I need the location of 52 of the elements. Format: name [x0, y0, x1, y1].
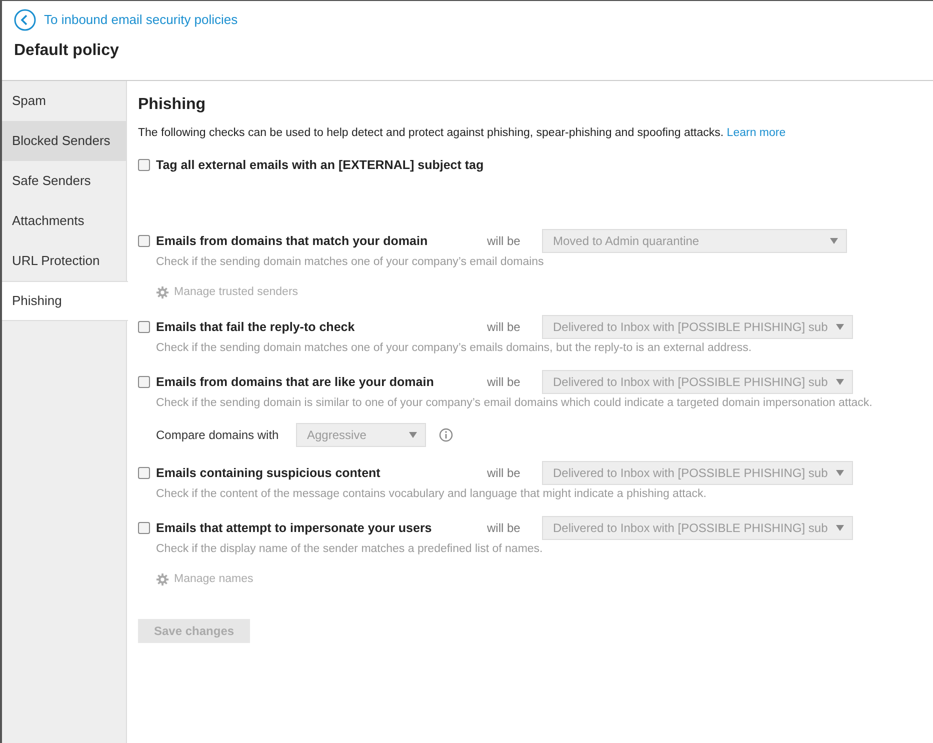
check-label: Tag all external emails with an [EXTERNAL] subject tag: [156, 156, 484, 174]
check-description: Check if the content of the message contains vocabulary and language that might indicate a phishing attack.: [155, 487, 708, 502]
intro-text: The following checks can be used to help detect and protect against phishing, spear-phishing and spoofing attacks.: [138, 127, 725, 139]
caret-icon: [409, 432, 417, 438]
checkbox[interactable]: [138, 522, 150, 534]
compare-label: Compare domains with: [156, 427, 280, 444]
check-description: Check if the display name of the sender matches a predefined list of names.: [155, 542, 544, 558]
will-be-label: will be: [487, 233, 522, 250]
check-label: Emails that fail the reply-to check: [156, 318, 356, 336]
sidebar-item[interactable]: Safe Senders: [2, 161, 126, 201]
manage-link[interactable]: Manage names: [156, 571, 254, 588]
check-description: Check if the sending domain matches one of your company’s email domains: [155, 255, 545, 270]
page-title: Default policy: [14, 41, 120, 61]
check-label: Emails containing suspicious content: [156, 464, 382, 482]
checkbox[interactable]: [138, 467, 150, 480]
info-icon[interactable]: [439, 428, 453, 442]
checkbox[interactable]: [138, 376, 150, 388]
will-be-label: will be: [487, 520, 522, 538]
action-dropdown[interactable]: Delivered to Inbox with [POSSIBLE PHISHING] sub: [542, 461, 853, 486]
sidebar-item[interactable]: Blocked Senders: [2, 121, 126, 161]
will-be-label: will be: [487, 465, 522, 482]
learn-more-link[interactable]: Learn more: [726, 127, 786, 139]
check-label: Emails from domains that are like your domain: [156, 374, 435, 391]
section-title: Phishing: [138, 95, 207, 115]
caret-icon: [830, 238, 838, 244]
manage-link[interactable]: Manage trusted senders: [156, 284, 298, 302]
check-label: Emails that attempt to impersonate your users: [156, 520, 433, 537]
back-link[interactable]: To inbound email security policies: [14, 9, 921, 31]
sidebar-item[interactable]: Phishing: [2, 281, 128, 321]
action-dropdown[interactable]: Delivered to Inbox with [POSSIBLE PHISHING] sub: [542, 516, 853, 540]
caret-icon: [836, 525, 844, 532]
caret-icon: [836, 324, 844, 330]
check-description: Check if the sending domain matches one of your company’s emails domains, but the reply-to is an external address.: [155, 341, 753, 356]
action-dropdown[interactable]: Moved to Admin quarantine: [542, 229, 847, 253]
checkbox[interactable]: [138, 235, 150, 247]
sidebar-item[interactable]: Attachments: [2, 201, 126, 241]
check-description: Check if the sending domain is similar to one of your company’s email domains which could indicate a targeted domain impersonation attack.: [155, 396, 874, 412]
sidebar-item[interactable]: Spam: [2, 81, 126, 121]
compare-dropdown[interactable]: Aggressive: [296, 423, 426, 448]
action-dropdown[interactable]: Delivered to Inbox with [POSSIBLE PHISHING] sub: [542, 315, 853, 340]
caret-icon: [836, 470, 844, 476]
gear-icon: [156, 286, 169, 300]
checkbox[interactable]: [138, 159, 150, 171]
check-label: Emails from domains that match your domain: [156, 232, 429, 250]
gear-icon: [156, 573, 169, 586]
sidebar-item[interactable]: URL Protection: [2, 241, 126, 281]
back-icon: [14, 9, 36, 31]
will-be-label: will be: [487, 374, 522, 392]
will-be-label: will be: [487, 319, 522, 336]
action-dropdown[interactable]: Delivered to Inbox with [POSSIBLE PHISHING] sub: [542, 370, 853, 394]
checkbox[interactable]: [138, 321, 150, 334]
caret-icon: [836, 379, 844, 386]
